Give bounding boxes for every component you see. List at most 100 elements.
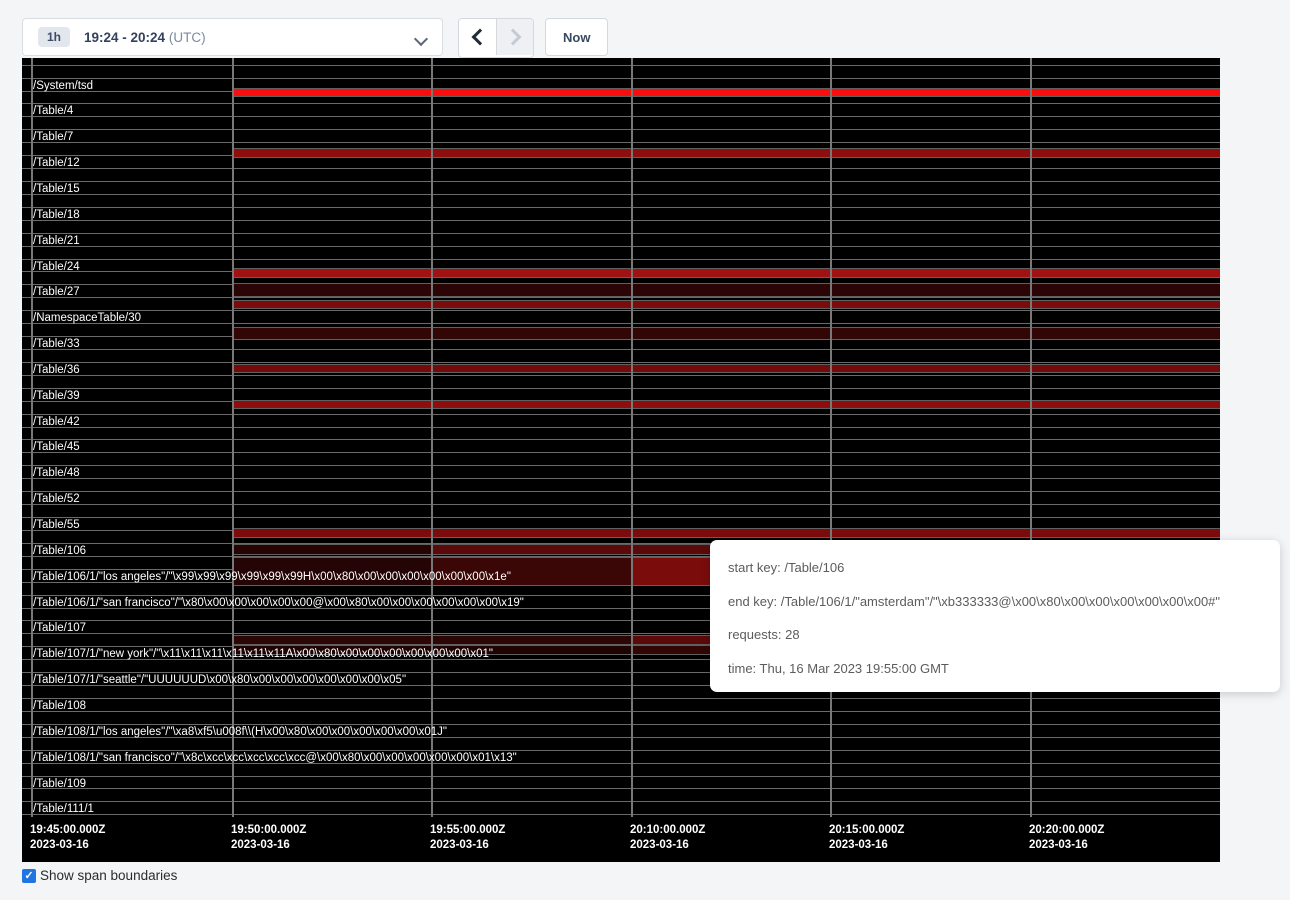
heat-band[interactable] [232,528,1220,538]
span-boundary-line [22,439,1220,440]
time-gridline [830,58,832,817]
span-boundary-line [22,478,1220,479]
heat-band[interactable] [232,327,1220,340]
row-label: /Table/15 [33,183,80,195]
heat-band[interactable] [232,544,431,555]
span-boundary-line [22,698,1220,699]
time-axis-date: 2023-03-16 [829,838,904,853]
heat-band[interactable] [232,300,1220,309]
span-boundary-line [22,414,1220,415]
now-button[interactable]: Now [545,18,608,56]
span-boundary-line [22,517,1220,518]
time-toolbar: 1h 19:24 - 20:24 (UTC) Now [0,0,1290,58]
span-boundary-line [22,452,1220,453]
span-boundary-line [22,801,1220,802]
row-label: /Table/55 [33,519,80,531]
time-gridline [431,58,433,817]
time-nav-group [458,18,534,58]
row-label: /Table/108/1/"san francisco"/"\x8c\xcc\x… [33,752,517,764]
heat-band[interactable] [232,88,1220,97]
row-label: /Table/4 [33,105,73,117]
span-boundary-line [22,814,1220,815]
span-boundary-line [22,504,1220,505]
span-boundary-line [22,323,1220,324]
span-boundary-line [22,233,1220,234]
row-label: /Table/33 [33,338,80,350]
span-boundary-line [22,220,1220,221]
row-label: /Table/36 [33,364,80,376]
tooltip-requests: requests: 28 [728,618,1266,652]
heat-band[interactable] [232,400,1220,409]
row-label: /Table/108/1/"los angeles"/"\xa8\xf5\u00… [33,726,447,738]
span-boundary-line [22,465,1220,466]
tooltip-end-key: end key: /Table/106/1/"amsterdam"/"\xb33… [728,585,1266,619]
heat-band[interactable] [232,148,1220,158]
range-text: 19:24 - 20:24 (UTC) [84,30,206,45]
time-axis-label: 19:45:00.000Z2023-03-16 [30,823,105,853]
row-label: /Table/12 [33,157,80,169]
time-axis-date: 2023-03-16 [231,838,306,853]
row-label: /Table/107/1/"seattle"/"UUUUUUD\x00\x80\… [33,674,406,686]
footer: ✓ Show span boundaries [22,868,177,883]
row-label: /Table/24 [33,261,80,273]
chevron-down-icon [414,32,428,46]
time-gridline [631,58,633,817]
next-time-button[interactable] [496,19,533,55]
span-boundary-line [22,259,1220,260]
time-axis-label: 19:55:00.000Z2023-03-16 [430,823,505,853]
span-boundary-line [22,375,1220,376]
time-axis-date: 2023-03-16 [630,838,705,853]
span-boundary-line [22,65,1220,66]
span-boundary-line [22,788,1220,789]
row-label: /Table/108 [33,700,86,712]
span-tooltip: start key: /Table/106 end key: /Table/10… [710,540,1280,692]
span-boundary-line [22,491,1220,492]
time-axis-label: 20:20:00.000Z2023-03-16 [1029,823,1104,853]
span-boundary-line [22,78,1220,79]
row-label: /Table/39 [33,390,80,402]
range-duration-badge: 1h [38,27,70,47]
range-utc-suffix: (UTC) [169,30,206,45]
span-boundary-line [22,116,1220,117]
row-label: /Table/107 [33,622,86,634]
row-label: /Table/27 [33,286,80,298]
span-boundary-line [22,181,1220,182]
time-axis-label: 19:50:00.000Z2023-03-16 [231,823,306,853]
row-label: /System/tsd [33,80,93,92]
heat-band[interactable] [232,268,1220,278]
check-icon: ✓ [24,869,33,883]
show-span-boundaries-checkbox[interactable]: ✓ [22,869,36,883]
row-label: /Table/52 [33,493,80,505]
prev-time-button[interactable] [459,19,496,55]
span-boundary-line [22,388,1220,389]
span-boundary-line [22,207,1220,208]
row-label: /Table/109 [33,778,86,790]
row-label: /Table/21 [33,235,80,247]
time-axis-date: 2023-03-16 [30,838,105,853]
tooltip-start-key: start key: /Table/106 [728,551,1266,585]
span-boundary-line [22,142,1220,143]
row-label: /Table/45 [33,441,80,453]
row-label: /Table/18 [33,209,80,221]
tooltip-time: time: Thu, 16 Mar 2023 19:55:00 GMT [728,652,1266,686]
span-boundary-line [22,724,1220,725]
span-boundary-line [22,427,1220,428]
key-visualizer-canvas[interactable]: /System/tsd/Table/4/Table/7/Table/12/Tab… [22,58,1220,862]
time-axis-label: 20:10:00.000Z2023-03-16 [630,823,705,853]
time-range-selector[interactable]: 1h 19:24 - 20:24 (UTC) [22,18,443,56]
row-label: /Table/111/1 [33,803,94,815]
chevron-right-icon [505,29,522,46]
span-boundary-line [22,246,1220,247]
row-label: /Table/107/1/"new york"/"\x11\x11\x11\x1… [33,648,493,660]
span-boundary-line [22,103,1220,104]
row-label: /Table/42 [33,416,80,428]
row-label: /Table/7 [33,131,73,143]
show-span-boundaries-label[interactable]: Show span boundaries [40,868,177,883]
span-boundary-line [22,750,1220,751]
heat-band[interactable] [232,364,1220,373]
time-axis-date: 2023-03-16 [430,838,505,853]
heat-band[interactable] [232,283,1220,297]
time-gridline [232,58,234,817]
time-axis-label: 20:15:00.000Z2023-03-16 [829,823,904,853]
time-axis-date: 2023-03-16 [1029,838,1104,853]
